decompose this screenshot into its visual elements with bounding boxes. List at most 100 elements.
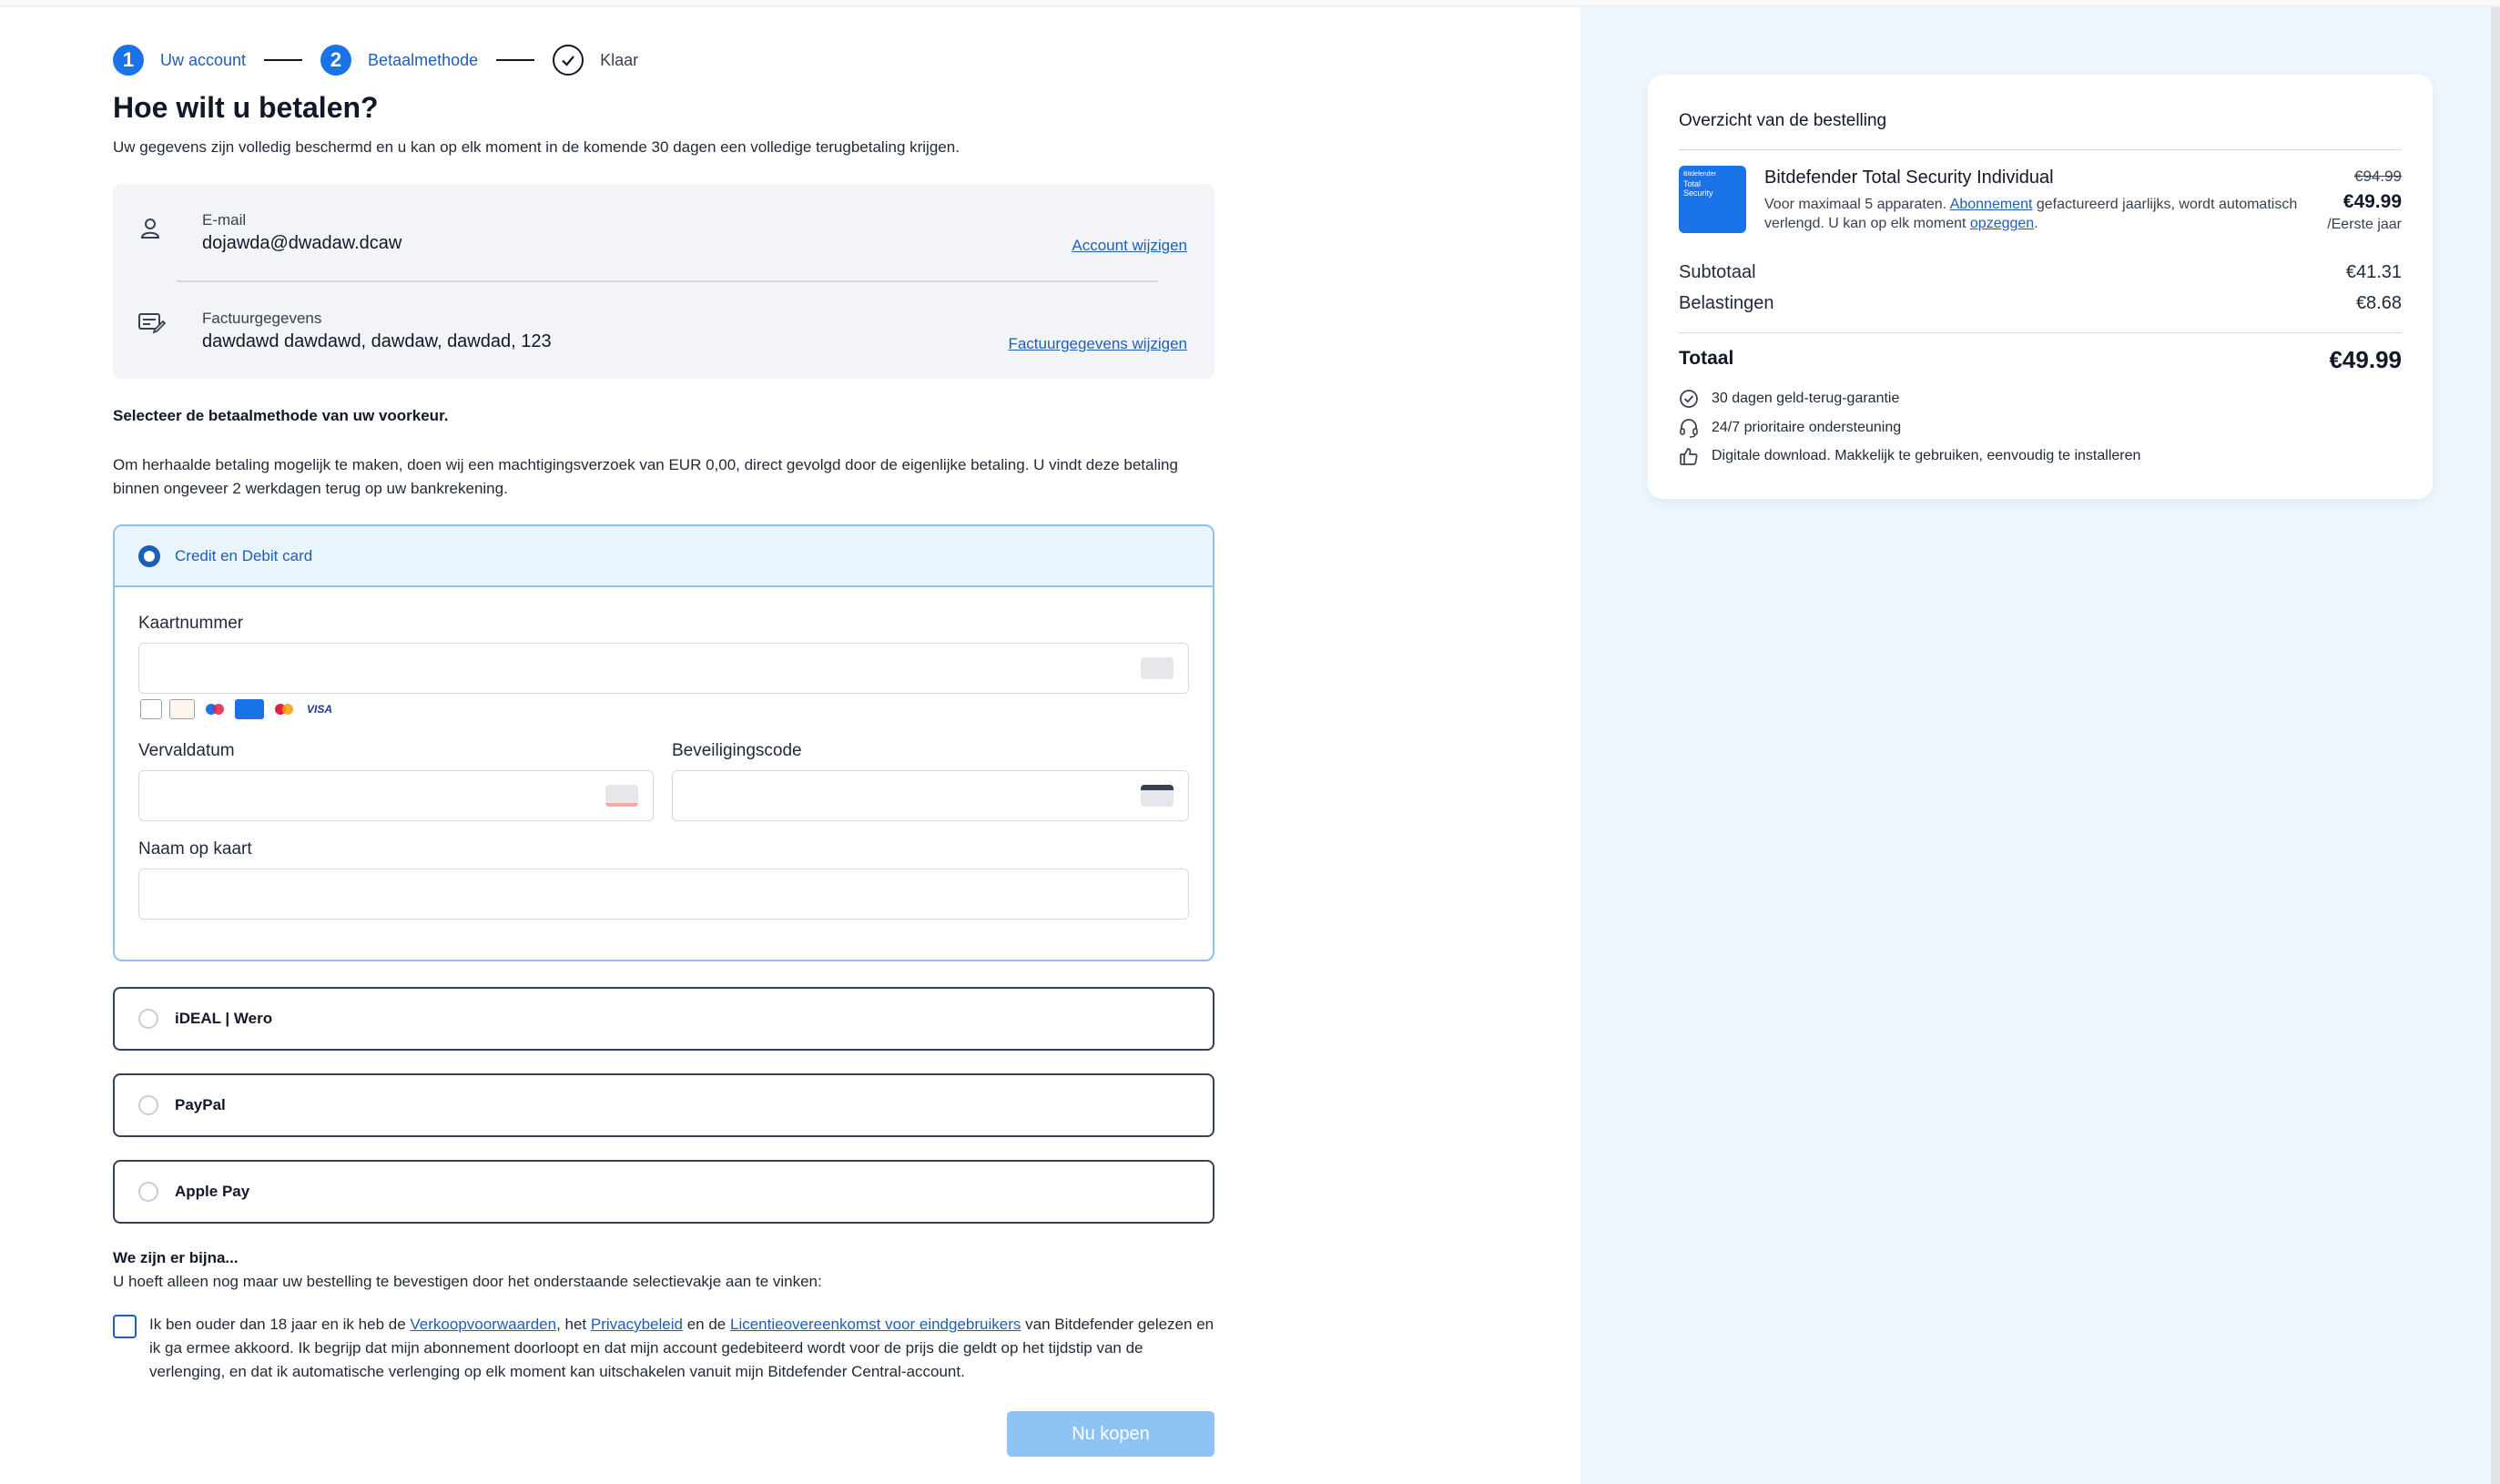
mastercard-icon [271,699,297,719]
apple-pay-radio[interactable] [138,1182,158,1202]
card-number-input[interactable] [138,643,1189,694]
ideal-radio[interactable] [138,1009,158,1029]
checkmark-icon [553,45,584,76]
discover-icon [169,699,195,719]
cvc-card-icon [1141,785,1174,807]
feature-item: Digitale download. Makkelijk te gebruike… [1679,446,2140,466]
change-billing-link[interactable]: Factuurgegevens wijzigen [1008,335,1187,353]
visa-icon: VISA [306,703,332,716]
user-icon [140,219,160,239]
cancel-link[interactable]: opzeggen [1970,216,2034,231]
product-name: Bitdefender Total Security Individual [1764,168,2054,188]
subtotal-label: Subtotaal [1679,262,1756,282]
desc-part: Voor maximaal 5 apparaten. [1764,197,1950,212]
step-2-circle: 2 [320,45,352,76]
card-payment-label: Credit en Debit card [175,546,313,564]
price-period: /Eerste jaar [2327,217,2402,232]
step-2-label: Betaalmethode [368,50,479,69]
total-label: Totaal [1679,348,1734,369]
cvc-input[interactable] [672,770,1189,821]
diners-icon [140,699,162,719]
amex-icon [235,699,264,719]
ideal-label: iDEAL | Wero [175,1010,273,1027]
product-image-line: Security [1683,188,1713,198]
authorization-info: Om herhaalde betaling mogelijk te maken,… [113,456,1178,497]
paypal-label: PayPal [175,1096,226,1113]
email-row: E-mail dojawda@dwadaw.dcaw Account wijzi… [138,209,1187,264]
apple-pay-option[interactable]: Apple Pay [113,1160,1214,1224]
subscription-link[interactable]: Abonnement [1950,197,2033,212]
divider [177,280,1158,282]
card-payment-radio[interactable] [138,544,160,567]
paypal-option[interactable]: PayPal [113,1073,1214,1137]
product-image-line: Total [1683,179,1702,188]
tax-label: Belastingen [1679,293,1774,313]
billing-row: Factuurgegevens dawdawd dawdawd, dawdaw,… [138,308,1187,362]
scrollbar-track[interactable] [2491,7,2500,1484]
product-image-brand: Bitdefender [1683,171,1716,178]
privacy-link[interactable]: Privacybeleid [591,1316,683,1333]
tax-value: €8.68 [2355,293,2402,313]
check-circle-icon [1680,390,1698,408]
ideal-option[interactable]: iDEAL | Wero [113,987,1214,1051]
feature-text: Digitale download. Makkelijk te gebruike… [1712,448,2141,463]
card-name-label: Naam op kaart [138,839,252,859]
account-summary-card: E-mail dojawda@dwadaw.dcaw Account wijzi… [113,184,1214,379]
almost-done-title: We zijn er bijna... [113,1249,239,1266]
consent-text-part: en de [682,1316,730,1333]
cvc-label: Beveiligingscode [672,741,802,760]
expiry-input[interactable] [138,770,654,821]
buy-now-button[interactable]: Nu kopen [1007,1411,1214,1457]
paypal-radio[interactable] [138,1095,158,1115]
card-number-label: Kaartnummer [138,614,244,633]
divider [1679,149,2402,150]
step-connector [264,59,303,61]
billing-label: Factuurgegevens [202,310,322,327]
consent-text: Ik ben ouder dan 18 jaar en ik heb de Ve… [149,1313,1214,1384]
order-summary-title: Overzicht van de bestelling [1679,111,1887,130]
email-value: dojawda@dwadaw.dcaw [202,233,402,253]
card-payment-option: Credit en Debit card Kaartnummer VISA Ve… [113,524,1214,961]
billing-edit-icon [138,313,166,334]
desc-part: . [2034,216,2038,231]
page-subtitle: Uw gegevens zijn volledig beschermd en u… [113,138,960,156]
feature-item: 24/7 prioritaire ondersteuning [1679,418,1901,438]
card-payment-header[interactable]: Credit en Debit card [115,526,1213,587]
subtotal-value: €41.31 [2345,262,2402,282]
email-label: E-mail [202,211,247,229]
calendar-card-icon [605,785,638,807]
consent-text-part: , het [556,1316,591,1333]
almost-done-subtitle: U hoeft alleen nog maar uw bestelling te… [113,1273,822,1290]
change-account-link[interactable]: Account wijzigen [1072,237,1187,255]
discounted-price: €49.99 [2342,191,2402,212]
consent-text-part: Ik ben ouder dan 18 jaar en ik heb de [149,1316,411,1333]
checkout-stepper: 1 Uw account 2 Betaalmethode Klaar [113,44,638,76]
feature-text: 30 dagen geld-terug-garantie [1712,391,1900,406]
step-1-label[interactable]: Uw account [160,51,246,70]
feature-text: 24/7 prioritaire ondersteuning [1712,420,1902,435]
divider [1679,332,2402,333]
step-3-label: Klaar [600,50,639,69]
apple-pay-label: Apple Pay [175,1183,250,1200]
feature-item: 30 dagen geld-terug-garantie [1679,389,1899,409]
maestro-icon [202,699,228,719]
thumbs-up-icon [1680,448,1698,465]
order-summary-card: Overzicht van de bestelling Bitdefender … [1648,75,2433,499]
step-1-circle: 1 [113,45,144,76]
license-link[interactable]: Licentieovereenkomst voor eindgebruikers [730,1316,1021,1333]
expiry-label: Vervaldatum [138,741,235,760]
product-description: Voor maximaal 5 apparaten. Abonnement ge… [1764,195,2311,233]
terms-link[interactable]: Verkoopvoorwaarden [410,1316,556,1333]
terms-checkbox[interactable] [113,1315,137,1338]
step-connector [496,59,535,61]
billing-value: dawdawd dawdawd, dawdaw, dawdad, 123 [202,331,552,351]
select-method-title: Selecteer de betaalmethode van uw voorke… [113,407,449,424]
card-name-input[interactable] [138,869,1189,920]
headset-icon [1680,419,1698,438]
card-brand-list: VISA [140,699,335,719]
top-border [0,0,2500,7]
page-title: Hoe wilt u betalen? [113,91,379,124]
card-icon [1141,657,1174,679]
product-image: Bitdefender Total Security [1679,166,1746,233]
original-price: €94.99 [2354,168,2402,185]
